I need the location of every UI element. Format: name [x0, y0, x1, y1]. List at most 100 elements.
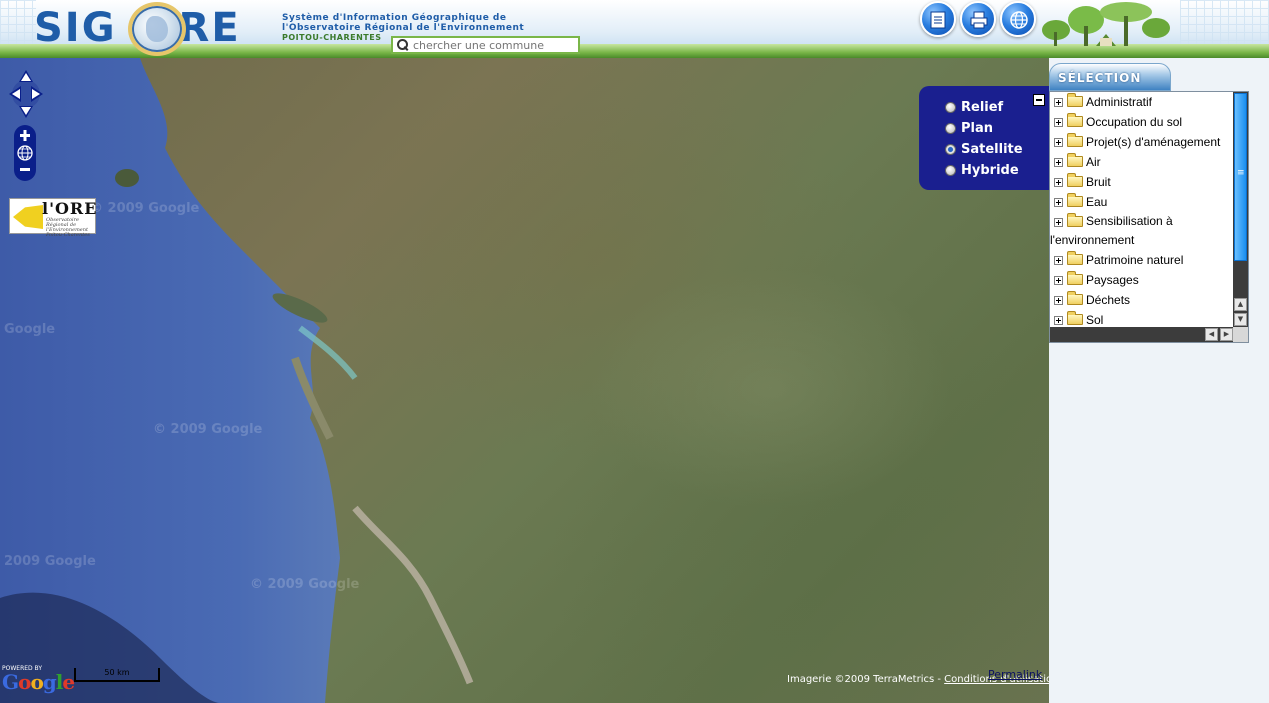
globe-button[interactable] [1000, 1, 1036, 37]
tree-item-label: Bruit [1086, 175, 1111, 189]
tree-item-label: Air [1086, 155, 1101, 169]
folder-icon [1067, 291, 1083, 305]
ore-logo-text: l'ORE [42, 199, 98, 218]
radio-satellite[interactable] [945, 144, 956, 155]
folder-icon [1067, 173, 1083, 187]
layer-tree: Administratif Occupation du sol Projet(s) … [1050, 92, 1234, 328]
copyright-text: Imagerie ©2009 TerraMetrics - [787, 674, 945, 685]
radio-hybride[interactable] [945, 165, 956, 176]
commune-search-input[interactable] [413, 38, 578, 52]
layer-option-hybride[interactable]: Hybride [945, 163, 1019, 178]
scale-bar: 50 km [74, 668, 160, 682]
expand-plus-icon[interactable] [1054, 276, 1063, 285]
commune-search[interactable] [391, 36, 580, 54]
layer-option-relief[interactable]: Relief [945, 100, 1003, 115]
scroll-right-icon[interactable]: ▶ [1220, 328, 1233, 341]
map-watermark: Google [4, 322, 56, 337]
tree-item[interactable]: Air [1050, 152, 1234, 172]
layer-option-satellite[interactable]: Satellite [945, 142, 1023, 157]
google-logo[interactable]: POWERED BY Google [2, 665, 75, 697]
scale-label: 50 km [104, 668, 130, 677]
sidebar: SÉLECTION Administratif Occupation du sol… [1049, 58, 1269, 703]
map-watermark: 2009 Google [4, 554, 96, 569]
radio-plan[interactable] [945, 123, 956, 134]
tree-item-label: Projet(s) d'aménagement [1086, 135, 1221, 149]
layer-label: Relief [961, 100, 1004, 115]
tree-item[interactable]: Bruit [1050, 172, 1234, 192]
search-icon [396, 38, 410, 52]
expand-plus-icon[interactable] [1054, 296, 1063, 305]
layer-option-plan[interactable]: Plan [945, 121, 993, 136]
ore-logo-subtitle: Observatoire Régional de l'Environnement… [46, 217, 90, 238]
scrollbar-thumb[interactable] [1234, 93, 1247, 261]
tab-selection-label: SÉLECTION [1058, 71, 1142, 85]
scroll-down-icon[interactable]: ▼ [1234, 313, 1247, 326]
zoom-out-icon[interactable] [20, 168, 30, 171]
tree-item-label: Eau [1086, 195, 1108, 209]
tagline-line-1: Système d'Information Géographique de [282, 13, 507, 23]
map-watermark: © 2009 Google [250, 577, 360, 592]
logo-globe-icon [128, 2, 186, 56]
permalink-link[interactable]: Permalink [988, 668, 1042, 681]
expand-plus-icon[interactable] [1054, 98, 1063, 107]
tree-item[interactable]: Eau [1050, 192, 1234, 212]
tree-item[interactable]: Sol [1050, 310, 1234, 328]
layer-label: Hybride [961, 163, 1019, 178]
ore-partner-logo[interactable]: l'ORE Observatoire Régional de l'Environ… [9, 198, 98, 238]
resize-grip-icon[interactable] [1233, 327, 1248, 342]
header-banner: SIG RE Système d'Information Géographique… [0, 0, 1269, 58]
folder-icon [1067, 213, 1083, 227]
google-wordmark: Google [2, 670, 75, 694]
folder-icon [1067, 193, 1083, 207]
folder-icon [1067, 311, 1083, 325]
pan-control [9, 70, 43, 118]
folder-icon [1067, 153, 1083, 167]
tree-item-label: Sensibilisation à [1086, 214, 1173, 228]
tree-item-label: Paysages [1086, 273, 1139, 287]
print-button[interactable] [960, 1, 996, 37]
zoom-control [14, 125, 36, 181]
trees-decoration-icon [1042, 2, 1170, 46]
layer-label: Plan [961, 121, 994, 136]
tree-item-label-continued: l'environnement [1050, 233, 1135, 247]
expand-plus-icon[interactable] [1054, 316, 1063, 325]
sea-area [0, 58, 474, 703]
tree-item[interactable]: Projet(s) d'aménagement [1050, 132, 1234, 152]
document-button[interactable] [920, 1, 956, 37]
expand-plus-icon[interactable] [1054, 198, 1063, 207]
expand-plus-icon[interactable] [1054, 218, 1063, 227]
tree-item[interactable]: Paysages [1050, 270, 1234, 290]
folder-icon [1067, 93, 1083, 107]
horizontal-scrollbar[interactable]: ◀ ▶ [1050, 327, 1234, 342]
app-window: SIG RE Système d'Information Géographique… [0, 0, 1269, 703]
header-grid-decoration [0, 0, 36, 44]
map-watermark: © 2009 Google [153, 422, 263, 437]
expand-plus-icon[interactable] [1054, 118, 1063, 127]
satellite-map[interactable]: © 2009 Google Google © 2009 Google 2009 … [0, 58, 1049, 703]
tree-item[interactable]: Administratif [1050, 92, 1234, 112]
tree-item-label: Déchets [1086, 293, 1131, 307]
zoom-world-icon[interactable] [17, 145, 33, 161]
expand-plus-icon[interactable] [1054, 178, 1063, 187]
minimize-icon[interactable] [1033, 94, 1045, 106]
tree-item[interactable]: Occupation du sol [1050, 112, 1234, 132]
tree-item-label: Administratif [1086, 95, 1153, 109]
vertical-scrollbar[interactable]: ▲ ▼ [1233, 92, 1248, 328]
tree-item-label: Occupation du sol [1086, 115, 1183, 129]
document-icon [930, 11, 946, 29]
scroll-up-icon[interactable]: ▲ [1234, 298, 1247, 311]
expand-plus-icon[interactable] [1054, 256, 1063, 265]
map-watermark: © 2009 Google [90, 201, 200, 216]
tagline-line-2: l'Observatoire Régional de l'Environneme… [282, 23, 525, 33]
expand-plus-icon[interactable] [1054, 158, 1063, 167]
tree-item[interactable]: Patrimoine naturel [1050, 250, 1234, 270]
tree-item[interactable]: Déchets [1050, 290, 1234, 310]
folder-icon [1067, 251, 1083, 265]
expand-plus-icon[interactable] [1054, 138, 1063, 147]
layer-switcher: Relief Plan Satellite Hybride [919, 86, 1049, 190]
tab-selection[interactable]: SÉLECTION [1049, 63, 1171, 91]
scroll-left-icon[interactable]: ◀ [1205, 328, 1218, 341]
zoom-in-icon[interactable] [20, 130, 30, 141]
tree-item[interactable]: Sensibilisation à l'environnement [1050, 212, 1234, 250]
radio-relief[interactable] [945, 102, 956, 113]
